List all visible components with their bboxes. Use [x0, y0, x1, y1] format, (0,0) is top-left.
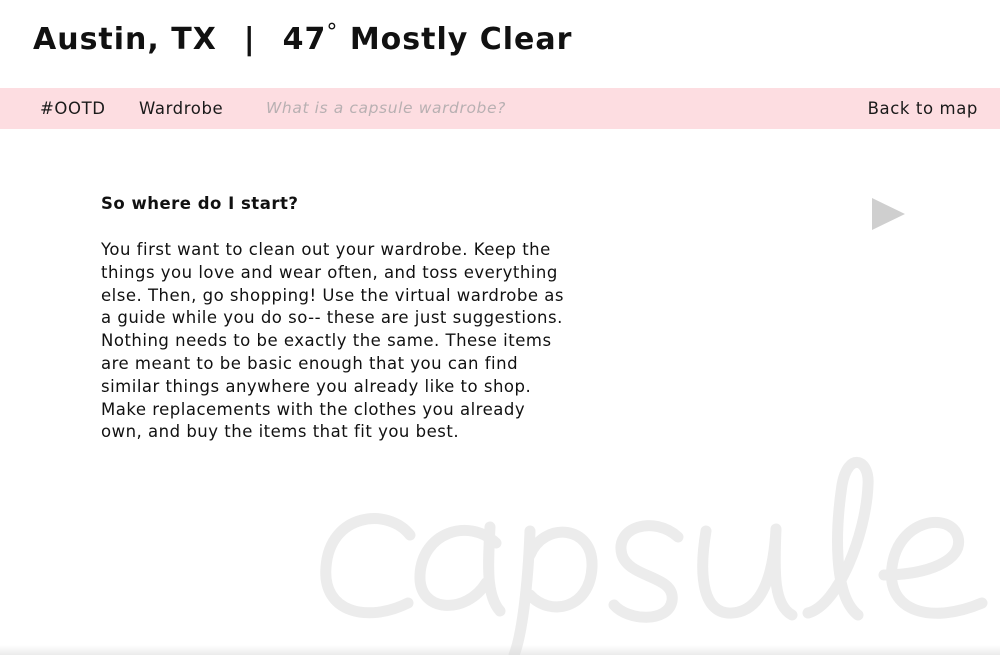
- body-line: else. Then, go shopping! Use the virtual…: [101, 285, 564, 305]
- temperature-text: 47: [282, 22, 327, 57]
- body-line: similar things anywhere you already like…: [101, 376, 532, 396]
- body-line: a guide while you do so-- these are just…: [101, 308, 563, 328]
- body-line: things you love and wear often, and toss…: [101, 262, 558, 282]
- play-triangle: [872, 198, 905, 230]
- bottom-shadow: [0, 645, 1000, 655]
- body-line: Nothing needs to be exactly the same. Th…: [101, 331, 552, 351]
- nav-ootd-link[interactable]: #OOTD: [40, 88, 106, 129]
- content-section: So where do I start? You first want to c…: [101, 192, 581, 444]
- title-separator: |: [243, 22, 256, 57]
- play-icon: [872, 198, 905, 230]
- section-body: You first want to clean out your wardrob…: [101, 239, 581, 444]
- capsule-watermark: capsule: [318, 455, 1000, 655]
- weather-title: Austin, TX | 47° Mostly Clear: [33, 20, 573, 57]
- body-line: own, and buy the items that fit you best…: [101, 422, 460, 442]
- header: Austin, TX | 47° Mostly Clear: [0, 0, 1000, 88]
- capsule-script-logo: [320, 457, 988, 655]
- weather-condition-text: Mostly Clear: [349, 22, 573, 57]
- nav-capsule-question-link[interactable]: What is a capsule wardrobe?: [266, 88, 506, 129]
- location-text: Austin, TX: [33, 22, 217, 57]
- body-line: are meant to be basic enough that you ca…: [101, 353, 519, 373]
- back-to-map-link[interactable]: Back to map: [868, 88, 978, 129]
- degree-symbol: °: [326, 20, 339, 45]
- section-heading: So where do I start?: [101, 194, 299, 213]
- page: Austin, TX | 47° Mostly Clear #OOTD Ward…: [0, 0, 1000, 655]
- next-button[interactable]: [868, 194, 910, 236]
- body-line: Make replacements with the clothes you a…: [101, 399, 526, 419]
- nav-bar: #OOTD Wardrobe What is a capsule wardrob…: [0, 88, 1000, 129]
- nav-wardrobe-link[interactable]: Wardrobe: [139, 88, 223, 129]
- body-line: You first want to clean out your wardrob…: [101, 240, 551, 259]
